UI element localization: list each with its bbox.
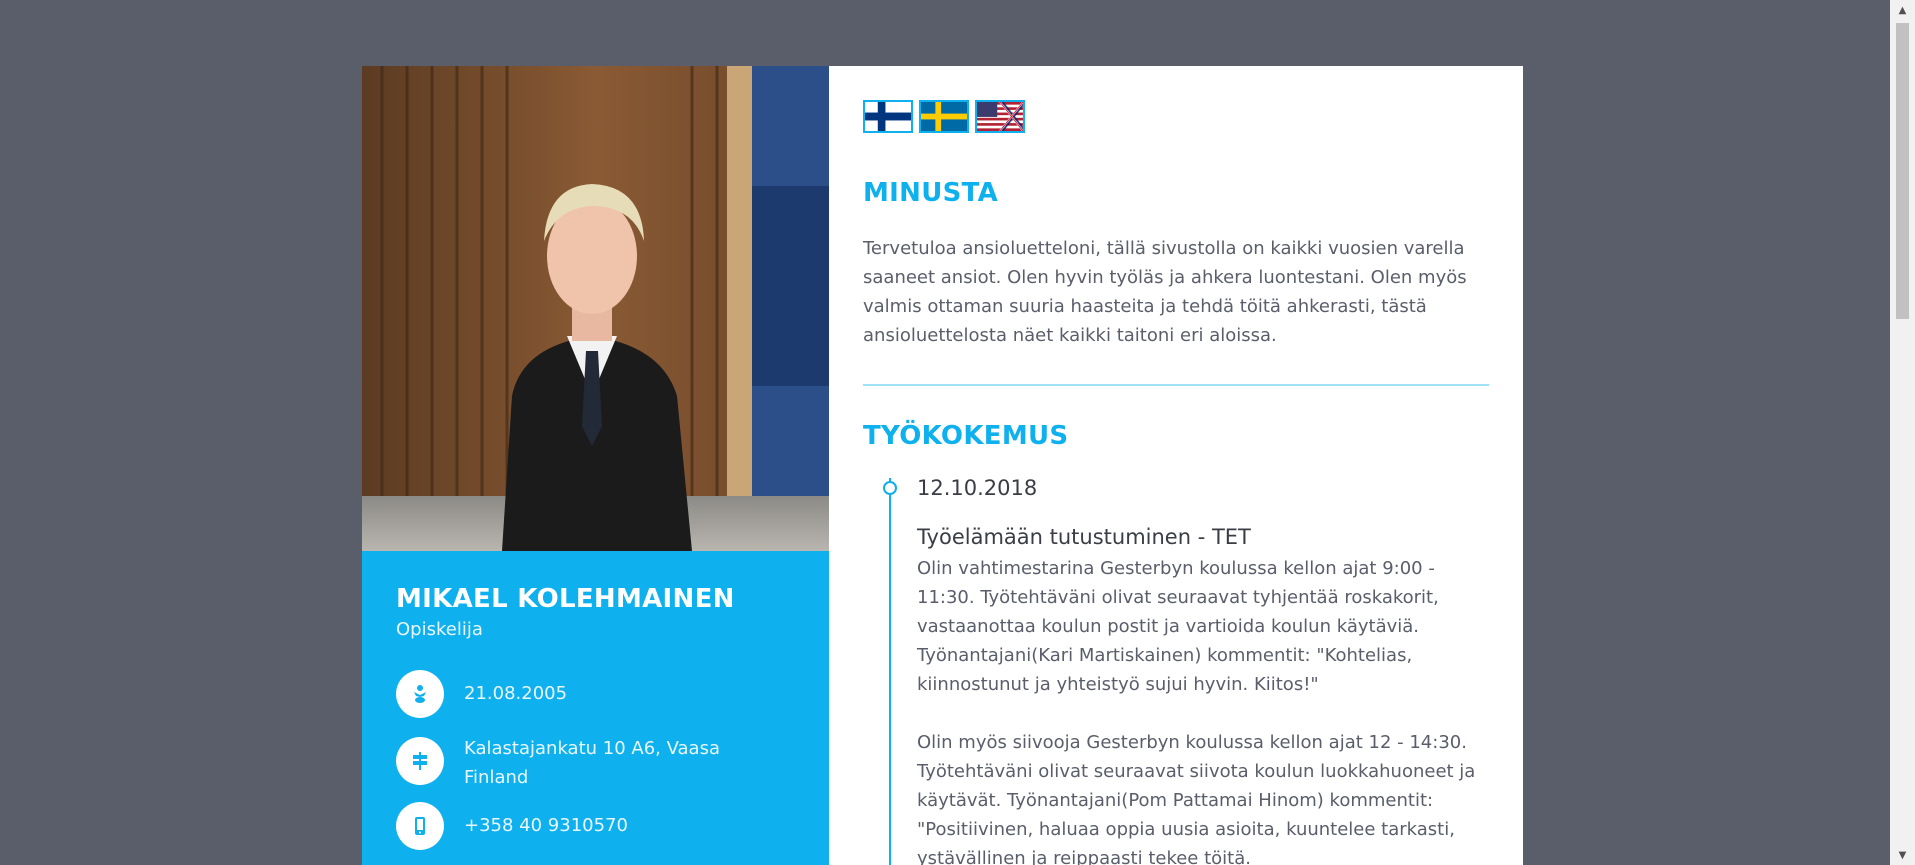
resume-card: MIKAEL KOLEHMAINEN Opiskelija 21.08.2005	[362, 66, 1523, 865]
about-text: Tervetuloa ansioluetteloni, tällä sivust…	[863, 238, 1467, 346]
birthdate-text: 21.08.2005	[464, 683, 568, 704]
phone-text: +358 40 9310570	[464, 815, 628, 836]
scroll-thumb[interactable]	[1896, 23, 1909, 319]
address-row: Kalastajankatu 10 A6, Vaasa Finland	[396, 737, 764, 792]
uk-us-flag-icon[interactable]	[975, 100, 1025, 133]
signpost-icon	[396, 737, 444, 785]
profile-name: MIKAEL KOLEHMAINEN	[396, 584, 735, 614]
phone-row: +358 40 9310570	[396, 802, 764, 850]
job-description: Olin vahtimestarina Gesterbyn koulussa k…	[917, 554, 1497, 865]
sweden-flag-icon[interactable]	[919, 100, 969, 133]
section-divider	[863, 384, 1489, 386]
profile-sidebar: MIKAEL KOLEHMAINEN Opiskelija 21.08.2005	[362, 66, 829, 865]
scroll-down-icon[interactable]: ▼	[1890, 845, 1915, 865]
vertical-scrollbar[interactable]: ▲ ▼	[1890, 0, 1915, 865]
timeline-dot	[883, 481, 897, 495]
about-heading: MINUSTA	[863, 178, 999, 208]
job-date: 12.10.2018	[917, 476, 1038, 500]
scroll-up-icon[interactable]: ▲	[1890, 0, 1915, 20]
job-title: Työelämään tutustuminen - TET	[917, 525, 1251, 549]
baby-icon	[396, 670, 444, 718]
language-switcher	[863, 100, 1025, 133]
mobile-phone-icon	[396, 802, 444, 850]
address-text: Kalastajankatu 10 A6, Vaasa Finland	[464, 738, 720, 788]
timeline-line	[889, 478, 891, 865]
finland-flag-icon[interactable]	[863, 100, 913, 133]
job-paragraph: Olin vahtimestarina Gesterbyn koulussa k…	[917, 558, 1439, 695]
experience-heading: TYÖKOKEMUS	[863, 421, 1069, 451]
birthdate-row: 21.08.2005	[396, 670, 764, 718]
profile-role: Opiskelija	[396, 619, 483, 640]
main-content: MINUSTA Tervetuloa ansioluetteloni, täll…	[863, 66, 1493, 865]
job-paragraph: Olin myös siivooja Gesterbyn koulussa ke…	[917, 732, 1476, 865]
profile-photo	[362, 66, 829, 551]
